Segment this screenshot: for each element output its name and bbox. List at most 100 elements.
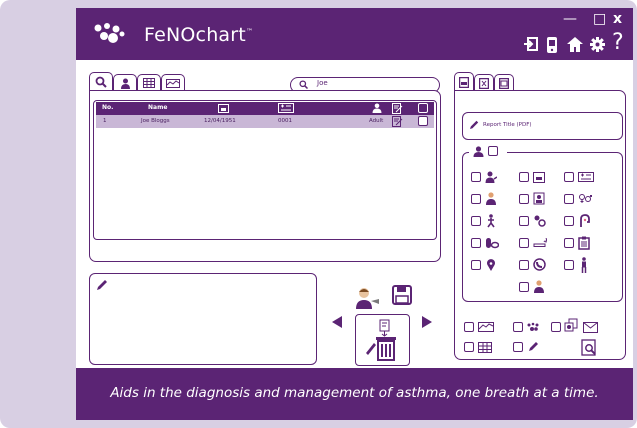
export-checkbox-table[interactable]: [464, 342, 474, 352]
logo-dots-icon: [94, 23, 125, 43]
patient-icon[interactable]: [372, 103, 382, 113]
export-checkbox-pen[interactable]: [513, 342, 523, 352]
cell-category: Adult: [369, 118, 384, 124]
walking-icon: [487, 214, 495, 228]
clinician-icon: [534, 280, 544, 293]
cell-id: 0001: [278, 118, 292, 124]
option-checkbox-gender[interactable]: [564, 194, 574, 204]
spreadsheet-icon: [479, 77, 489, 89]
table-row[interactable]: 1 Joe Bloggs 12/04/1951 0001 Adult: [96, 115, 434, 128]
column-name[interactable]: Name: [148, 104, 167, 111]
email-icon[interactable]: [583, 322, 598, 333]
report-title-input[interactable]: Report Title (PDF): [462, 112, 623, 140]
cigarette-icon: [533, 238, 547, 247]
transfer-icon: [564, 318, 578, 332]
calendar-icon: [533, 172, 545, 183]
clinician-icon[interactable]: [354, 287, 382, 309]
id-card-icon: [578, 172, 594, 182]
clipboard-icon: [578, 236, 590, 250]
pen-icon: [97, 280, 107, 290]
row-checkbox[interactable]: [418, 116, 428, 126]
graph-icon: [166, 78, 180, 88]
option-checkbox-nose[interactable]: [564, 216, 574, 226]
pets-icon: [534, 215, 546, 227]
tab-report-print[interactable]: [494, 74, 514, 91]
device-icon[interactable]: [545, 36, 559, 54]
patient-icon: [485, 171, 497, 183]
help-icon[interactable]: ?: [612, 32, 624, 54]
save-icon[interactable]: [392, 285, 412, 305]
app-logo-text: FeNOchart™: [144, 24, 254, 46]
option-checkbox-clipboard[interactable]: [564, 238, 574, 248]
option-checkbox-smoker[interactable]: [519, 194, 529, 204]
minimize-button[interactable]: —: [563, 12, 577, 26]
option-checkbox-cigarette[interactable]: [519, 238, 529, 248]
background-card: FeNOchart™ — □ x ? Joe No. Name 1 Joe Bl…: [0, 0, 637, 428]
id-card-icon[interactable]: [278, 103, 294, 113]
tab-report-pdf[interactable]: [454, 72, 474, 91]
doctor-icon: [486, 192, 496, 205]
cell-no: 1: [103, 118, 107, 124]
search-value: Joe: [317, 79, 328, 87]
tab-graph[interactable]: [161, 74, 185, 91]
option-checkbox-location[interactable]: [471, 260, 481, 270]
export-checkbox-graph[interactable]: [464, 322, 474, 332]
option-checkbox-phone[interactable]: [519, 260, 529, 270]
option-checkbox-person[interactable]: [564, 260, 574, 270]
title-bar: FeNOchart™ — □ x ?: [76, 8, 633, 60]
next-arrow-icon[interactable]: [422, 316, 432, 328]
smoker-icon: [533, 192, 545, 205]
tab-table[interactable]: [137, 74, 161, 91]
preview-icon[interactable]: [581, 339, 598, 356]
select-all-options-checkbox[interactable]: [488, 146, 498, 156]
calendar-icon[interactable]: [218, 103, 229, 113]
column-no[interactable]: No.: [102, 104, 113, 111]
location-icon: [487, 259, 495, 271]
pen-icon: [529, 342, 538, 351]
edit-icon[interactable]: [392, 116, 403, 127]
main-content: Joe No. Name 1 Joe Bloggs 12/04/1951 000…: [76, 60, 633, 368]
document-icon: [459, 76, 469, 88]
option-checkbox-pills[interactable]: [471, 238, 481, 248]
tab-patient[interactable]: [113, 74, 137, 91]
option-checkbox-clinician[interactable]: [519, 282, 529, 292]
patient-icon: [120, 78, 130, 89]
home-icon[interactable]: [566, 36, 584, 53]
maximize-button[interactable]: □: [593, 12, 606, 26]
pills-icon: [486, 238, 499, 249]
previous-arrow-icon[interactable]: [332, 316, 342, 328]
close-button[interactable]: x: [613, 12, 622, 26]
option-checkbox-calendar[interactable]: [519, 172, 529, 182]
edit-icon[interactable]: [392, 103, 403, 114]
settings-icon[interactable]: [589, 36, 606, 53]
footer-banner: Aids in the diagnosis and management of …: [76, 368, 633, 420]
app-window: FeNOchart™ — □ x ? Joe No. Name 1 Joe Bl…: [76, 8, 633, 420]
delete-button[interactable]: [355, 314, 410, 366]
patient-icon: [473, 146, 484, 157]
graph-icon: [478, 322, 494, 332]
phone-icon: [533, 258, 546, 271]
option-checkbox-pets[interactable]: [519, 216, 529, 226]
select-all-checkbox[interactable]: [418, 103, 428, 113]
option-checkbox-patient[interactable]: [471, 172, 481, 182]
tagline: Aids in the diagnosis and management of …: [110, 385, 599, 401]
group-header: [469, 146, 507, 158]
option-checkbox-walking[interactable]: [471, 216, 481, 226]
table-header: No. Name: [96, 102, 434, 115]
tab-report-excel[interactable]: [474, 74, 494, 91]
gender-icon: [579, 194, 592, 203]
trash-icon: [366, 319, 396, 361]
export-checkbox-transfer[interactable]: [551, 322, 561, 332]
notes-box[interactable]: [89, 273, 317, 365]
export-checkbox-logo[interactable]: [513, 322, 523, 332]
option-checkbox-id[interactable]: [564, 172, 574, 182]
logout-icon[interactable]: [523, 36, 539, 52]
tab-search[interactable]: [89, 72, 113, 91]
logo-icon: [527, 322, 539, 331]
print-icon: [499, 77, 509, 89]
option-checkbox-doctor[interactable]: [471, 194, 481, 204]
search-icon: [95, 76, 107, 88]
cell-dob: 12/04/1951: [204, 118, 236, 124]
person-icon: [581, 257, 587, 273]
table-icon: [143, 78, 155, 88]
